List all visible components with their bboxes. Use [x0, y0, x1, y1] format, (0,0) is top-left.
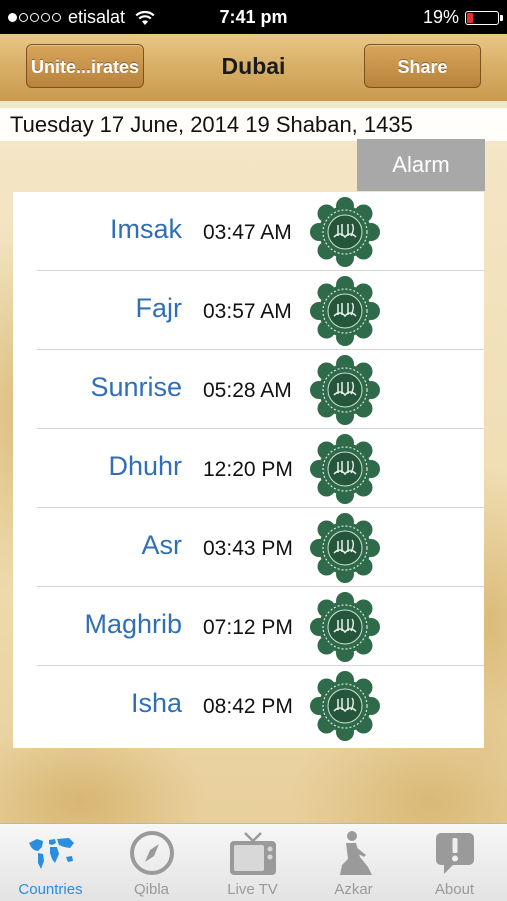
- prayer-time: 03:57 AM: [203, 300, 292, 323]
- date-label: Tuesday 17 June, 2014 19 Shaban, 1435: [10, 112, 413, 137]
- prayer-name: Asr: [141, 530, 183, 560]
- allah-emblem-icon: [310, 197, 380, 267]
- prayer-row-maghrib[interactable]: Maghrib 07:12 PM: [13, 587, 484, 666]
- tab-label: Live TV: [227, 881, 278, 898]
- allah-emblem-icon: [310, 513, 380, 583]
- tab-label: Azkar: [334, 881, 373, 898]
- tab-qibla[interactable]: Qibla: [101, 824, 202, 901]
- prayer-row-dhuhr[interactable]: Dhuhr 12:20 PM: [13, 429, 484, 508]
- alarm-button[interactable]: Alarm: [357, 139, 485, 191]
- prayer-time: 03:47 AM: [203, 221, 292, 244]
- allah-emblem-icon: [310, 276, 380, 346]
- tab-label: Qibla: [133, 881, 170, 898]
- prayer-time: 03:43 PM: [203, 537, 293, 560]
- prayer-name: Isha: [130, 688, 182, 718]
- prayer-time: 07:12 PM: [203, 616, 293, 639]
- tab-bar: Countries Qibla Live TV Azkar About: [0, 823, 507, 901]
- tab-azkar[interactable]: Azkar: [303, 824, 404, 901]
- prayer-person-icon: [340, 831, 372, 875]
- tab-countries[interactable]: Countries: [0, 824, 101, 901]
- allah-emblem-icon: [310, 434, 380, 504]
- prayer-name: Fajr: [135, 293, 183, 323]
- prayer-name: Sunrise: [90, 372, 182, 402]
- prayer-row-sunrise[interactable]: Sunrise 05:28 AM: [13, 350, 484, 429]
- allah-emblem-icon: [310, 355, 380, 425]
- prayer-row-asr[interactable]: Asr 03:43 PM: [13, 508, 484, 587]
- tab-label: Countries: [18, 881, 83, 898]
- battery-level: [467, 12, 473, 23]
- prayer-row-imsak[interactable]: Imsak 03:47 AM: [13, 192, 484, 271]
- info-bubble-icon: [436, 833, 474, 874]
- compass-icon: [130, 831, 174, 875]
- tab-label: About: [434, 881, 475, 898]
- tab-about[interactable]: About: [404, 824, 505, 901]
- prayer-time: 12:20 PM: [203, 458, 293, 481]
- prayer-name: Maghrib: [84, 609, 182, 639]
- battery-icon: [465, 10, 503, 25]
- prayer-times-list: Imsak 03:47 AM Fajr 03:57 AM Sunrise 05:28 …: [13, 192, 484, 748]
- tab-live-tv[interactable]: Live TV: [202, 824, 303, 901]
- prayer-row-isha[interactable]: Isha 08:42 PM: [13, 666, 484, 745]
- prayer-row-fajr[interactable]: Fajr 03:57 AM: [13, 271, 484, 350]
- prayer-name: Dhuhr: [108, 451, 182, 481]
- battery-percent: 19%: [422, 7, 459, 27]
- status-right: 19%: [422, 7, 503, 28]
- status-bar: etisalat 7:41 pm 19%: [0, 0, 507, 34]
- allah-emblem-icon: [310, 671, 380, 741]
- prayer-name: Imsak: [109, 214, 182, 244]
- allah-emblem-icon: [310, 592, 380, 662]
- share-button[interactable]: Share: [364, 44, 481, 88]
- tv-icon: [230, 832, 276, 875]
- date-bar: Tuesday 17 June, 2014 19 Shaban, 1435: [0, 108, 507, 141]
- prayer-time: 05:28 AM: [203, 379, 292, 402]
- navigation-bar: Unite...irates Dubai Share: [0, 34, 507, 102]
- prayer-time: 08:42 PM: [203, 695, 293, 718]
- globe-icon: [29, 838, 74, 869]
